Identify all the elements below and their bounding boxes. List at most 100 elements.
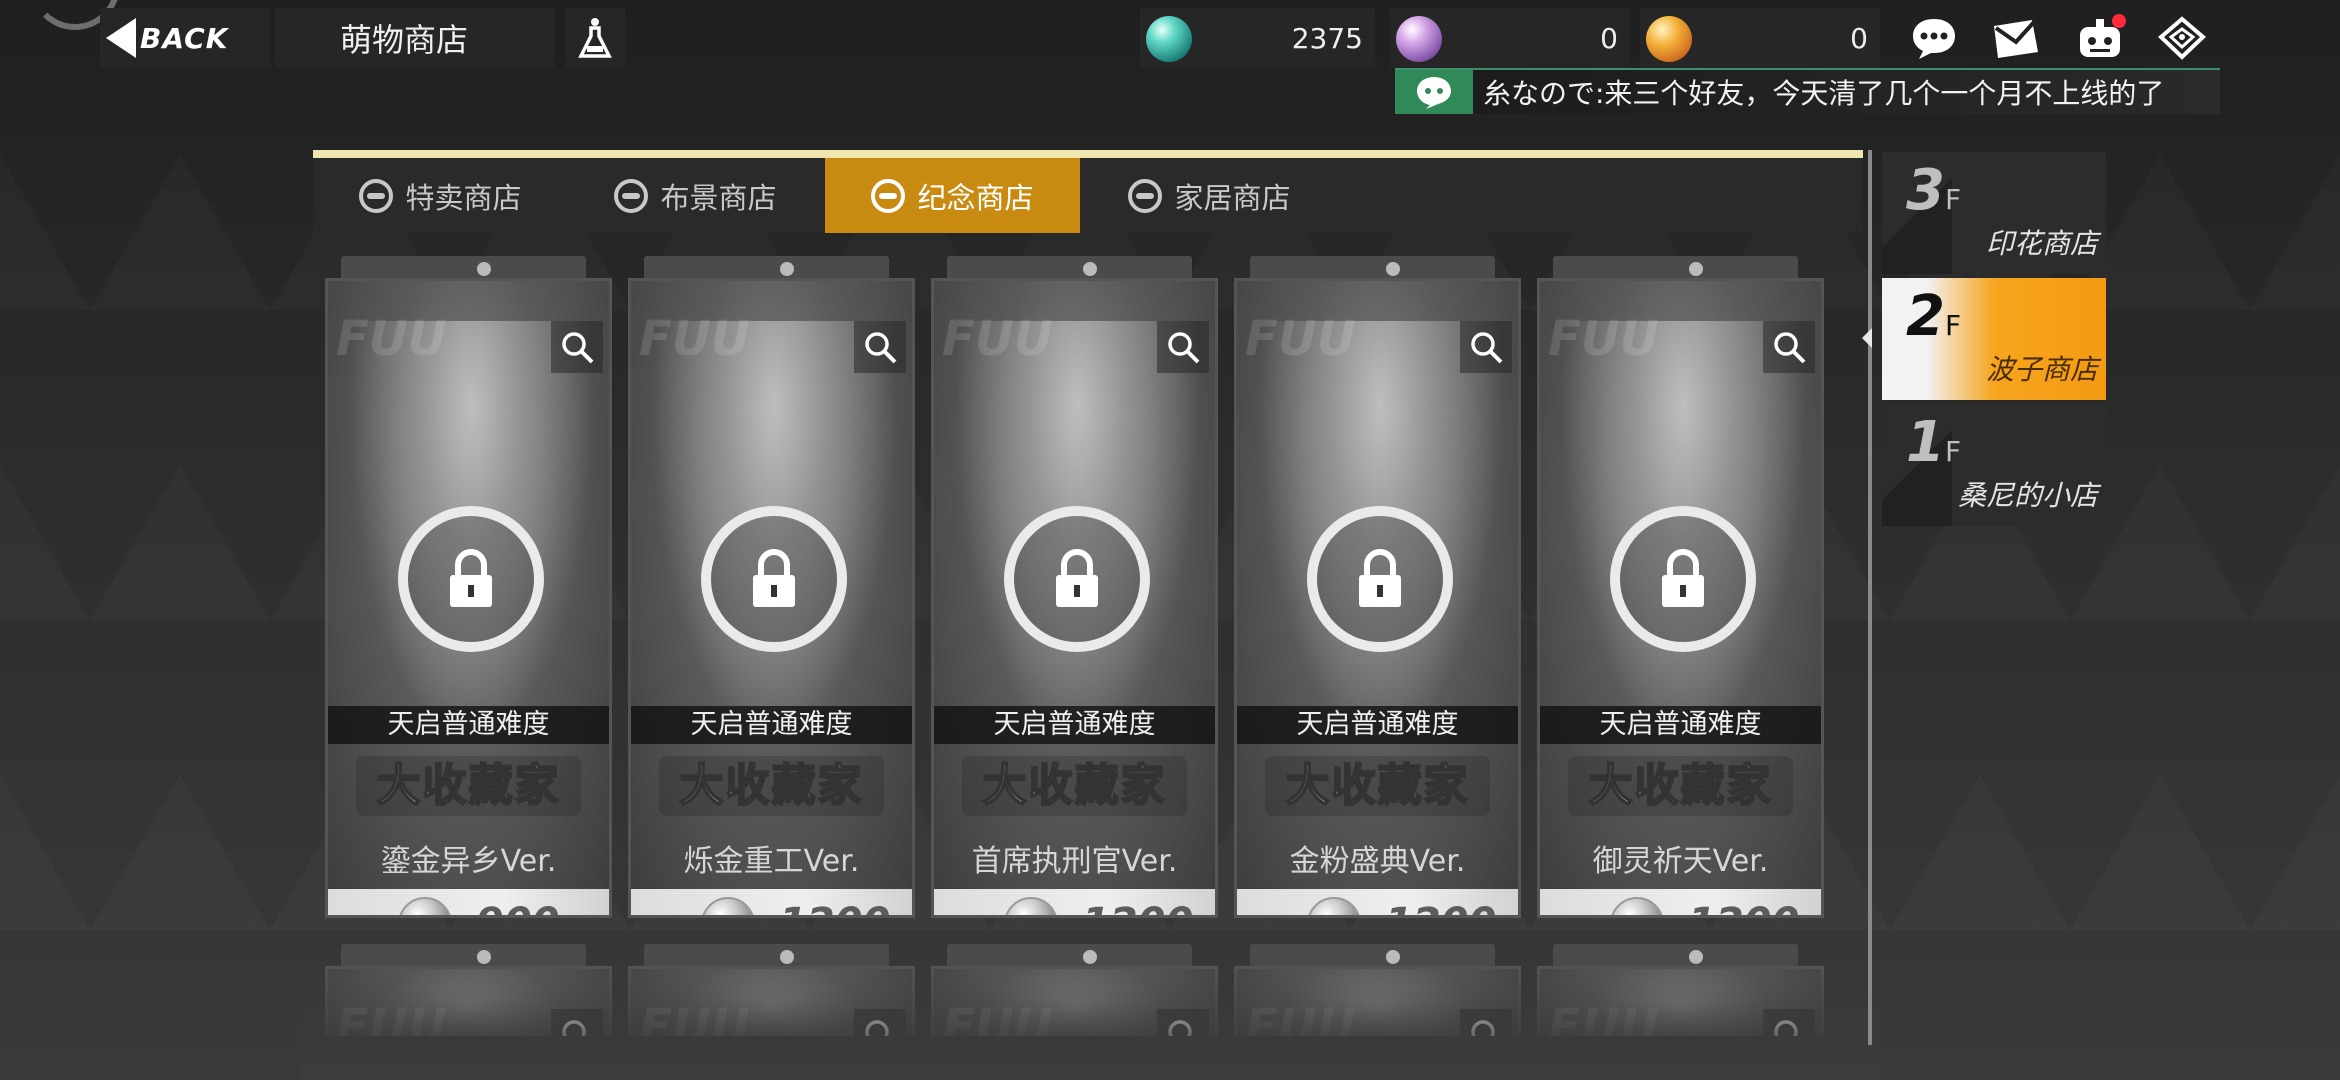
info-flask-icon <box>578 18 612 58</box>
tab-special-shop[interactable]: 特卖商店 <box>313 158 568 233</box>
currency-purple: 0 <box>1390 8 1630 68</box>
lock-icon <box>753 549 795 607</box>
home-diamond-icon <box>2158 16 2206 60</box>
detail-button[interactable] <box>1460 1009 1512 1036</box>
unlock-condition: 天启普通难度 <box>1237 706 1518 744</box>
detail-button[interactable] <box>551 1009 603 1036</box>
price-bar[interactable]: 1200 <box>1540 889 1821 915</box>
tab-furniture-shop[interactable]: 家居商店 <box>1082 158 1337 233</box>
card-body: FUU <box>325 966 612 1036</box>
lock-icon <box>1662 549 1704 607</box>
price-bar[interactable]: 900 <box>328 889 609 915</box>
magnifier-icon <box>1168 332 1200 364</box>
brand-watermark: FUU <box>942 999 1053 1036</box>
shop-tabs: 特卖商店 布景商店 纪念商店 家居商店 <box>313 158 1863 233</box>
card-body: FUU 天启普通难度 大收藏家 御灵祈天Ver. 1200 <box>1537 278 1824 918</box>
detail-button[interactable] <box>854 1009 906 1036</box>
floor-number: 3F <box>1906 158 1962 223</box>
collection-logo: 大收藏家 <box>1265 756 1490 816</box>
notification-dot <box>2112 14 2126 28</box>
card-body: FUU 天启普通难度 大收藏家 金粉盛典Ver. 1200 <box>1234 278 1521 918</box>
scene-shop-icon <box>614 178 649 213</box>
collection-logo: 大收藏家 <box>356 756 581 816</box>
tab-scene-shop[interactable]: 布景商店 <box>568 158 823 233</box>
floor-2f-button[interactable]: 2F 波子商店 <box>1882 278 2106 400</box>
detail-button[interactable] <box>551 321 603 373</box>
item-name: 御灵祈天Ver. <box>1592 844 1769 879</box>
brand-watermark: FUU <box>1548 311 1659 367</box>
floor-3f-button[interactable]: 3F 印花商店 <box>1882 152 2106 274</box>
floor-divider <box>1868 150 1872 1045</box>
item-name: 金粉盛典Ver. <box>1289 844 1466 879</box>
purple-orb-icon <box>1396 16 1442 62</box>
floor-name: 波子商店 <box>1985 353 2098 386</box>
magnifier-icon <box>865 1020 889 1036</box>
item-price: 1200 <box>631 889 912 915</box>
unlock-condition: 天启普通难度 <box>1540 706 1821 744</box>
teal-orb-icon <box>1146 16 1192 62</box>
page-title: 萌物商店 <box>275 8 555 68</box>
mail-icon <box>1994 20 2038 58</box>
lock-icon <box>450 549 492 607</box>
card-body: FUU 天启普通难度 大收藏家 首席执刑官Ver. 1200 <box>931 278 1218 918</box>
unlock-condition: 天启普通难度 <box>328 706 609 744</box>
detail-button[interactable] <box>1157 321 1209 373</box>
chat-ticker[interactable]: 糸なので:来三个好友，今天清了几个一个月不上线的了 <box>1395 68 2220 114</box>
currency-teal: 2375 <box>1140 8 1375 68</box>
card-body: FUU <box>931 966 1218 1036</box>
floor-number: 2F <box>1906 284 1962 349</box>
floor-number: 1F <box>1906 410 1962 475</box>
item-grid: FUU 天启普通难度 大收藏家 鎏金异乡Ver. 900 FUU <box>325 256 1855 1036</box>
home-button[interactable] <box>2152 10 2212 66</box>
chat-ticker-message: 糸なので:来三个好友，今天清了几个一个月不上线的了 <box>1483 77 2165 110</box>
tab-label: 纪念商店 <box>917 180 1034 215</box>
detail-button[interactable] <box>1460 321 1512 373</box>
locked-indicator <box>701 506 847 652</box>
detail-button[interactable] <box>1763 321 1815 373</box>
price-bar[interactable]: 1200 <box>1237 889 1518 915</box>
floor-1f-button[interactable]: 1F 桑尼的小店 <box>1882 404 2106 526</box>
memorial-shop-icon <box>871 178 906 213</box>
mail-button[interactable] <box>1986 10 2046 66</box>
special-shop-icon <box>359 178 394 213</box>
tab-memorial-shop[interactable]: 纪念商店 <box>825 158 1080 233</box>
item-price: 1200 <box>1540 889 1821 915</box>
detail-button[interactable] <box>1157 1009 1209 1036</box>
item-price: 900 <box>328 889 609 915</box>
card-body: FUU <box>1234 966 1521 1036</box>
item-price: 1200 <box>934 889 1215 915</box>
item-price: 1200 <box>1237 889 1518 915</box>
robot-button[interactable] <box>2070 10 2130 66</box>
unlock-condition: 天启普通难度 <box>631 706 912 744</box>
detail-button[interactable] <box>854 321 906 373</box>
magnifier-icon <box>865 332 897 364</box>
locked-indicator <box>1307 506 1453 652</box>
card-body: FUU 天启普通难度 大收藏家 鎏金异乡Ver. 900 <box>325 278 612 918</box>
furniture-shop-icon <box>1128 178 1163 213</box>
price-bar[interactable]: 1200 <box>631 889 912 915</box>
locked-indicator <box>1610 506 1756 652</box>
tab-label: 特卖商店 <box>405 180 522 215</box>
price-bar[interactable]: 1200 <box>934 889 1215 915</box>
panel-top-line <box>313 150 1863 158</box>
detail-button[interactable] <box>1763 1009 1815 1036</box>
brand-watermark: FUU <box>1245 999 1356 1036</box>
magnifier-icon <box>1471 332 1503 364</box>
magnifier-icon <box>1774 1020 1798 1036</box>
lock-icon <box>1359 549 1401 607</box>
info-button[interactable] <box>565 8 625 68</box>
floor-name: 桑尼的小店 <box>1957 479 2098 512</box>
back-label: BACK <box>140 21 229 55</box>
back-button[interactable]: BACK <box>100 8 270 68</box>
collection-logo: 大收藏家 <box>962 756 1187 816</box>
magnifier-icon <box>1774 332 1806 364</box>
item-name: 鎏金异乡Ver. <box>380 844 557 879</box>
chat-bubble-icon <box>1913 19 1955 59</box>
chat-button[interactable] <box>1904 10 1964 66</box>
item-name: 首席执刑官Ver. <box>971 844 1178 879</box>
top-bar: BACK 萌物商店 2375 0 0 糸なので:来三个好友，今天清了几个一个月不… <box>0 0 2340 114</box>
collection-logo: 大收藏家 <box>659 756 884 816</box>
card-body: FUU <box>1537 966 1824 1036</box>
brand-watermark: FUU <box>336 311 447 367</box>
brand-watermark: FUU <box>1245 311 1356 367</box>
